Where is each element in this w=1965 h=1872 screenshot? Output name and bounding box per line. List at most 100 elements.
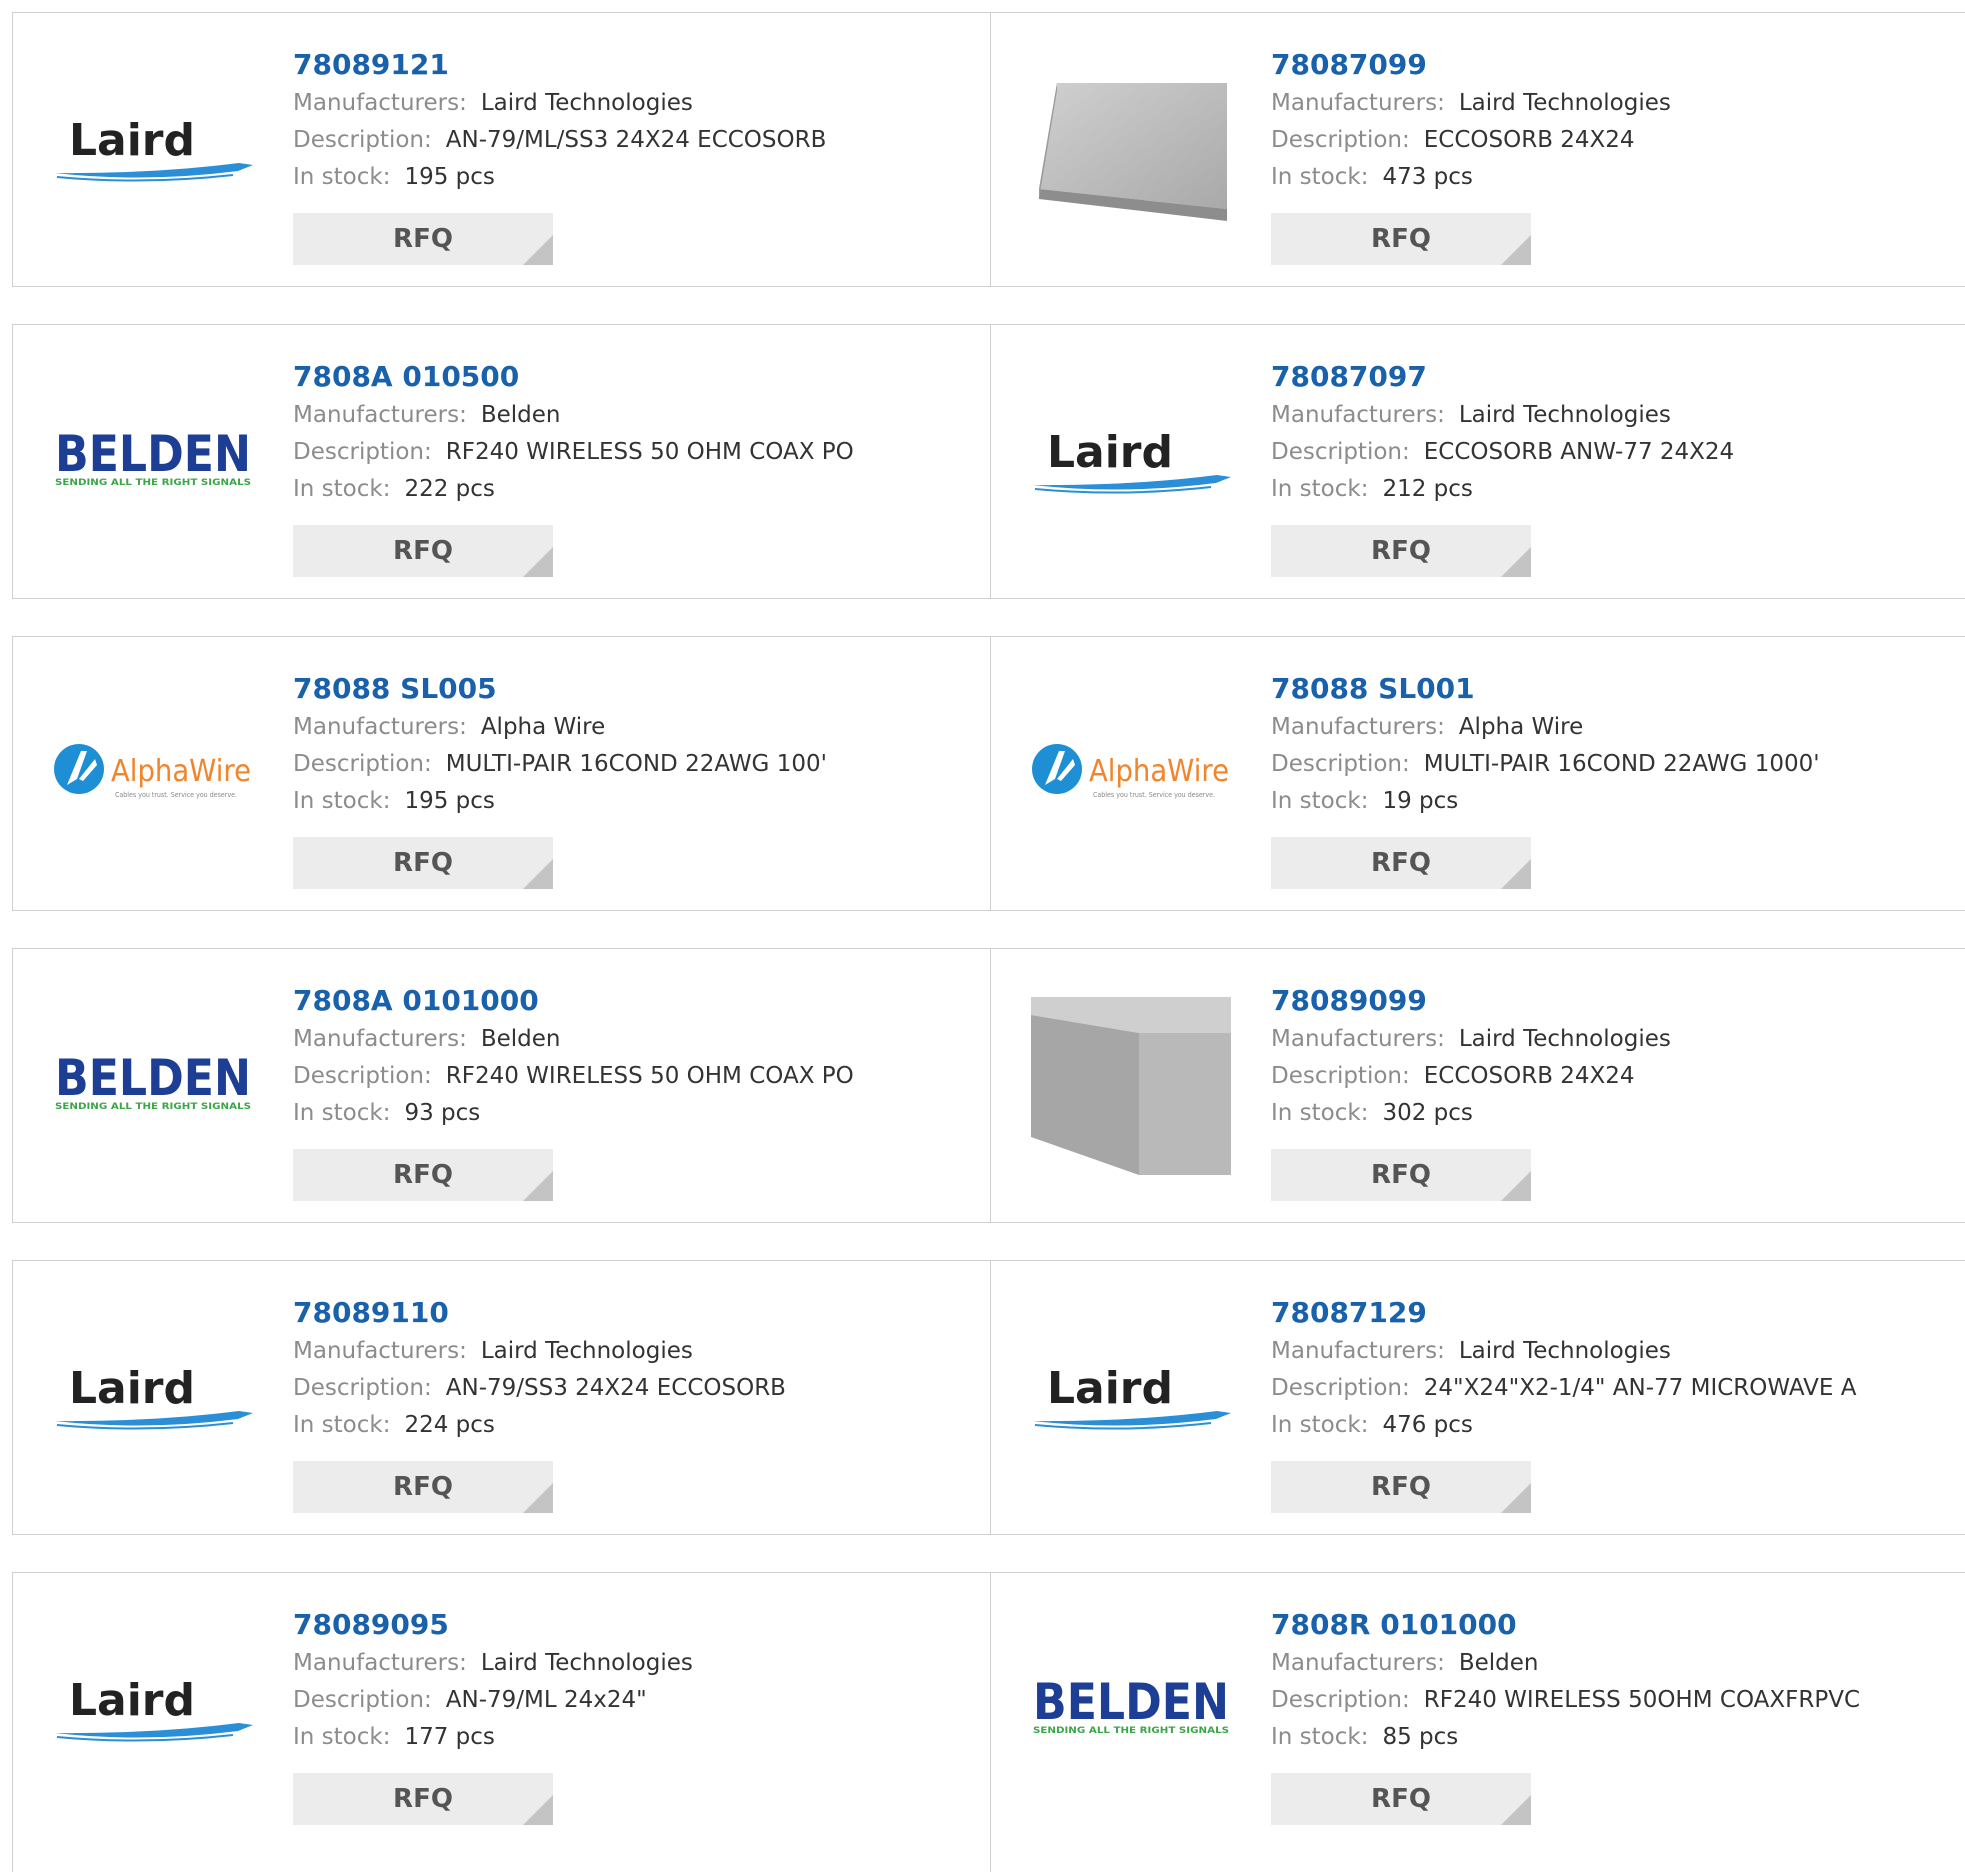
description-value: ECCOSORB 24X24 — [1423, 127, 1635, 153]
product-grid: Laird 78089121 Manufacturers: Laird Techn… — [0, 0, 1965, 1872]
description-label: Description: — [1271, 751, 1410, 777]
description-label: Description: — [293, 751, 432, 777]
product-info: 7808A 010500 Manufacturers: Belden Descri… — [293, 357, 970, 577]
description-label: Description: — [1271, 1375, 1410, 1401]
rfq-label: RFQ — [393, 1472, 453, 1502]
manufacturer-value: Laird Technologies — [1458, 1338, 1671, 1364]
stock-row: In stock: 222 pcs — [293, 471, 970, 508]
manufacturers-label: Manufacturers: — [1271, 90, 1445, 116]
manufacturers-label: Manufacturers: — [1271, 1650, 1445, 1676]
part-number-link[interactable]: 7808A 0101000 — [293, 981, 970, 1021]
rfq-button[interactable]: RFQ — [293, 1461, 553, 1513]
description-row: Description: ECCOSORB ANW-77 24X24 — [1271, 434, 1960, 471]
part-number-link[interactable]: 78089099 — [1271, 981, 1960, 1021]
description-label: Description: — [293, 439, 432, 465]
rfq-button[interactable]: RFQ — [293, 1773, 553, 1825]
rfq-button[interactable]: RFQ — [293, 213, 553, 265]
rfq-button[interactable]: RFQ — [293, 1149, 553, 1201]
part-number-link[interactable]: 7808A 010500 — [293, 357, 970, 397]
alphawire-wordmark: AlphaWire — [111, 754, 251, 789]
rfq-label: RFQ — [1371, 1160, 1431, 1190]
manufacturers-label: Manufacturers: — [1271, 1338, 1445, 1364]
part-number-link[interactable]: 78089110 — [293, 1293, 970, 1333]
description-label: Description: — [1271, 439, 1410, 465]
product-card: Laird 78087129 Manufacturers: Laird Techn… — [990, 1260, 1965, 1535]
manufacturer-value: Alpha Wire — [1458, 714, 1584, 740]
stock-value: 224 pcs — [404, 1412, 495, 1438]
in-stock-label: In stock: — [1271, 164, 1369, 190]
product-info: 78089110 Manufacturers: Laird Technologie… — [293, 1293, 970, 1513]
product-info: 7808A 0101000 Manufacturers: Belden Descr… — [293, 981, 970, 1201]
description-value: AN-79/SS3 24X24 ECCOSORB — [445, 1375, 786, 1401]
manufacturer-row: Manufacturers: Belden — [293, 397, 970, 434]
stock-value: 177 pcs — [404, 1724, 495, 1750]
manufacturer-row: Manufacturers: Belden — [293, 1021, 970, 1058]
belden-wordmark: BELDEN — [1033, 1673, 1229, 1731]
product-card: AlphaWire Cables you trust. Service you … — [12, 636, 991, 911]
product-info: 78087097 Manufacturers: Laird Technologie… — [1271, 357, 1960, 577]
description-value: MULTI-PAIR 16COND 22AWG 1000' — [1423, 751, 1820, 777]
description-label: Description: — [1271, 127, 1410, 153]
rfq-button[interactable]: RFQ — [1271, 213, 1531, 265]
description-value: MULTI-PAIR 16COND 22AWG 100' — [445, 751, 827, 777]
product-card: AlphaWire Cables you trust. Service you … — [990, 636, 1965, 911]
rfq-button[interactable]: RFQ — [293, 525, 553, 577]
laird-logo-icon: Laird — [55, 1363, 253, 1430]
manufacturers-label: Manufacturers: — [293, 402, 467, 428]
description-value: 24"X24"X2-1/4" AN-77 MICROWAVE A — [1423, 1375, 1857, 1401]
stock-row: In stock: 212 pcs — [1271, 471, 1960, 508]
description-value: ECCOSORB ANW-77 24X24 — [1423, 439, 1735, 465]
stock-value: 19 pcs — [1382, 788, 1459, 814]
stock-row: In stock: 195 pcs — [293, 783, 970, 820]
in-stock-label: In stock: — [293, 1412, 391, 1438]
part-number-link[interactable]: 78088 SL005 — [293, 669, 970, 709]
belden-wordmark: BELDEN — [55, 1049, 251, 1107]
rfq-button[interactable]: RFQ — [1271, 1149, 1531, 1201]
rfq-label: RFQ — [1371, 224, 1431, 254]
manufacturer-value: Laird Technologies — [1458, 90, 1671, 116]
product-card: Laird 78089110 Manufacturers: Laird Techn… — [12, 1260, 991, 1535]
corner-triangle-icon — [523, 859, 553, 889]
manufacturer-value: Laird Technologies — [480, 1338, 693, 1364]
manufacturer-row: Manufacturers: Laird Technologies — [1271, 1333, 1960, 1370]
part-number-link[interactable]: 78087099 — [1271, 45, 1960, 85]
manufacturer-logo: AlphaWire Cables you trust. Service you … — [1031, 687, 1231, 862]
stock-row: In stock: 19 pcs — [1271, 783, 1960, 820]
in-stock-label: In stock: — [1271, 1100, 1369, 1126]
in-stock-label: In stock: — [1271, 476, 1369, 502]
laird-wordmark: Laird — [69, 115, 195, 166]
product-card: BELDEN SENDING ALL THE RIGHT SIGNALS 780… — [12, 324, 991, 599]
stock-value: 302 pcs — [1382, 1100, 1473, 1126]
rfq-label: RFQ — [1371, 1472, 1431, 1502]
product-card: BELDEN SENDING ALL THE RIGHT SIGNALS 780… — [990, 1572, 1965, 1872]
product-card: 78089099 Manufacturers: Laird Technologie… — [990, 948, 1965, 1223]
corner-triangle-icon — [523, 235, 553, 265]
rfq-label: RFQ — [1371, 1784, 1431, 1814]
manufacturers-label: Manufacturers: — [1271, 1026, 1445, 1052]
in-stock-label: In stock: — [293, 788, 391, 814]
product-info: 78087129 Manufacturers: Laird Technologie… — [1271, 1293, 1960, 1513]
manufacturer-row: Manufacturers: Alpha Wire — [293, 709, 970, 746]
description-row: Description: RF240 WIRELESS 50OHM COAXFRP… — [1271, 1682, 1960, 1719]
product-card: Laird 78089095 Manufacturers: Laird Techn… — [12, 1572, 991, 1872]
part-number-link[interactable]: 7808R 0101000 — [1271, 1605, 1960, 1645]
part-number-link[interactable]: 78088 SL001 — [1271, 669, 1960, 709]
rfq-button[interactable]: RFQ — [1271, 1773, 1531, 1825]
description-row: Description: 24"X24"X2-1/4" AN-77 MICROWA… — [1271, 1370, 1960, 1407]
in-stock-label: In stock: — [1271, 1412, 1369, 1438]
stock-value: 476 pcs — [1382, 1412, 1473, 1438]
part-number-link[interactable]: 78087097 — [1271, 357, 1960, 397]
part-number-link[interactable]: 78087129 — [1271, 1293, 1960, 1333]
rfq-button[interactable]: RFQ — [1271, 525, 1531, 577]
stock-row: In stock: 302 pcs — [1271, 1095, 1960, 1132]
rfq-button[interactable]: RFQ — [1271, 1461, 1531, 1513]
description-value: AN-79/ML 24x24" — [445, 1687, 647, 1713]
manufacturer-logo — [1031, 63, 1231, 238]
manufacturer-logo: Laird — [53, 1623, 253, 1798]
rfq-button[interactable]: RFQ — [1271, 837, 1531, 889]
part-number-link[interactable]: 78089121 — [293, 45, 970, 85]
stock-value: 222 pcs — [404, 476, 495, 502]
part-number-link[interactable]: 78089095 — [293, 1605, 970, 1645]
laird-logo-icon: Laird — [55, 115, 253, 182]
rfq-button[interactable]: RFQ — [293, 837, 553, 889]
